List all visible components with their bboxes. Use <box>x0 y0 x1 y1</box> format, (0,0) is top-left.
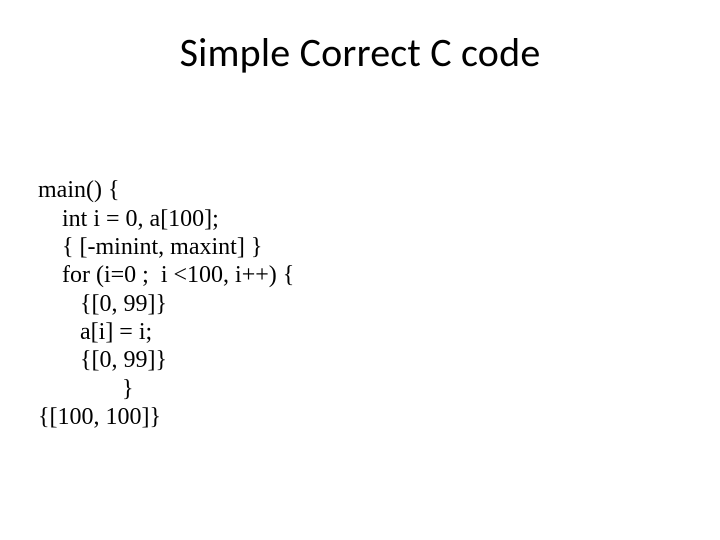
slide-title: Simple Correct C code <box>0 28 720 77</box>
code-line: } <box>38 376 134 402</box>
code-line: int i = 0, a[100]; <box>38 206 219 232</box>
code-block: main() { int i = 0, a[100]; { [-minint, … <box>38 148 294 431</box>
code-line: main() { <box>38 177 120 203</box>
slide: Simple Correct C code main() { int i = 0… <box>0 0 720 540</box>
code-line: {[0, 99]} <box>38 347 167 373</box>
code-line: {[100, 100]} <box>38 404 161 430</box>
code-line: { [-minint, maxint] } <box>38 234 262 260</box>
code-line: for (i=0 ; i <100, i++) { <box>38 262 294 288</box>
code-line: a[i] = i; <box>38 319 152 345</box>
code-line: {[0, 99]} <box>38 291 167 317</box>
